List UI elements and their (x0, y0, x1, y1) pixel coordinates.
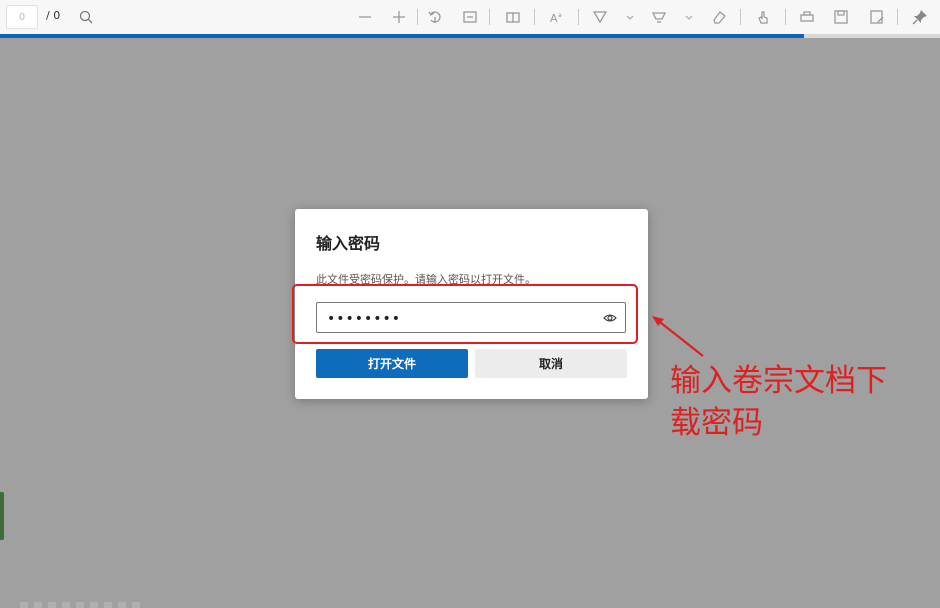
annotation-text: 输入卷宗文档下 载密码 (670, 360, 920, 444)
search-icon[interactable] (78, 9, 94, 25)
toolbar-divider (785, 9, 786, 25)
toolbar-divider (897, 9, 898, 25)
load-progress-track (803, 34, 940, 38)
bottom-decoration (20, 602, 140, 608)
page-view-icon[interactable] (505, 9, 521, 25)
pdf-toolbar: 0 / 0 Aa (0, 0, 940, 35)
annotation-line-1: 输入卷宗文档下 (670, 363, 887, 399)
page-number-input[interactable]: 0 (6, 5, 38, 29)
annotation-arrow-icon (652, 316, 704, 357)
zoom-out-icon[interactable] (357, 9, 373, 25)
toolbar-divider (578, 9, 579, 25)
annotation-line-2: 载密码 (670, 405, 763, 441)
page-total: / 0 (46, 9, 61, 22)
highlight-icon[interactable] (651, 9, 667, 25)
toolbar-divider (740, 9, 741, 25)
rotate-icon[interactable] (427, 9, 443, 25)
erase-icon[interactable] (711, 9, 727, 25)
side-widget (0, 492, 4, 540)
svg-text:a: a (558, 12, 562, 19)
dialog-title: 输入密码 (316, 234, 381, 253)
load-progress-bar (0, 34, 804, 38)
toolbar-divider (534, 9, 535, 25)
chevron-down-icon[interactable] (622, 9, 638, 25)
print-icon[interactable] (799, 9, 815, 25)
draw-icon[interactable] (592, 9, 608, 25)
pin-icon[interactable] (912, 9, 928, 25)
chevron-down-icon[interactable] (681, 9, 697, 25)
toolbar-divider (489, 9, 490, 25)
cancel-button[interactable]: 取消 (475, 349, 627, 378)
touch-icon[interactable] (755, 9, 771, 25)
read-aloud-icon[interactable]: Aa (549, 9, 565, 25)
save-as-icon[interactable] (869, 9, 885, 25)
fit-page-icon[interactable] (462, 9, 478, 25)
toolbar-divider (417, 9, 418, 25)
zoom-in-icon[interactable] (391, 9, 407, 25)
open-file-button[interactable]: 打开文件 (316, 349, 468, 378)
save-icon[interactable] (833, 9, 849, 25)
svg-text:A: A (550, 12, 558, 25)
annotation-highlight-box (292, 284, 638, 344)
